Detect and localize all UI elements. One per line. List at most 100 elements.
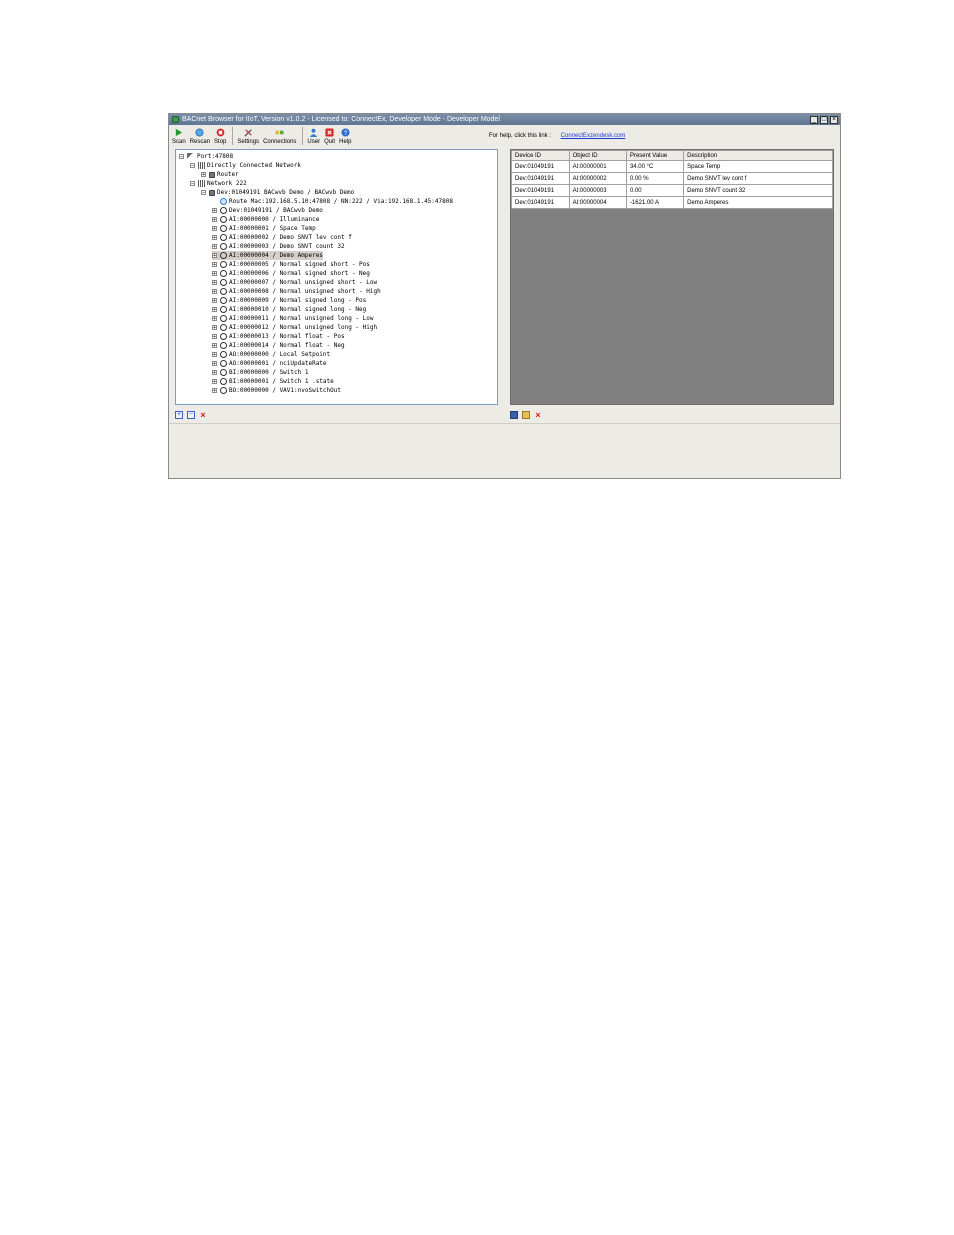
object-icon	[220, 243, 227, 250]
column-header-object-id[interactable]: Object ID	[568, 150, 627, 161]
tree-expander-icon[interactable]: +	[212, 352, 217, 358]
tree-node[interactable]: + AI:00000002 / Demo SNVT lev cont f	[212, 233, 352, 242]
network-icon	[198, 180, 205, 187]
help-button[interactable]: ? Help	[339, 128, 351, 147]
close-icon[interactable]: ×	[830, 115, 838, 124]
port-icon	[187, 153, 195, 160]
tree-node[interactable]: + AI:00000007 / Normal unsigned short - L…	[212, 278, 377, 287]
tree-expander-icon[interactable]: +	[212, 235, 217, 241]
tree-expander-icon[interactable]: +	[212, 280, 217, 286]
object-icon	[220, 252, 227, 259]
column-header-present-value[interactable]: Present Value	[625, 150, 685, 161]
tree-node-label: BI:00000001 / Switch 1 .state	[229, 378, 334, 385]
tree-expander-icon[interactable]: +	[212, 208, 217, 214]
tree-expander-icon[interactable]: +	[212, 226, 217, 232]
tree-expander-icon[interactable]: −	[190, 181, 195, 187]
tree-node[interactable]: − Network 222	[190, 179, 247, 188]
object-icon	[220, 279, 227, 286]
tree-expander-icon[interactable]: +	[212, 334, 217, 340]
column-header-device-id[interactable]: Device ID	[511, 150, 570, 161]
tree-node-label: AI:00000007 / Normal unsigned short - Lo…	[229, 279, 378, 286]
tree-node[interactable]: − Directly Connected Network	[190, 161, 301, 170]
scan-button[interactable]: Scan	[172, 128, 186, 147]
tree-expander-icon[interactable]: +	[212, 370, 217, 376]
object-icon	[220, 261, 227, 268]
user-button[interactable]: User	[307, 128, 320, 147]
status-divider	[169, 423, 840, 424]
stop-label: Stop	[214, 139, 227, 145]
table-row[interactable]: Dev:01049191 AI:00000002 0.00 % Demo SNV…	[511, 172, 833, 185]
column-header-description[interactable]: Description	[683, 150, 833, 161]
user-label: User	[307, 139, 321, 145]
table-row[interactable]: Dev:01049191 AI:00000001 34.00 °C Space …	[511, 160, 833, 173]
open-folder-icon[interactable]	[522, 411, 530, 419]
tree-node[interactable]: − Dev:01049191 BACwvb Demo / BACwvb Demo	[201, 188, 354, 197]
tree-expander-icon[interactable]: −	[179, 154, 184, 160]
tree-node[interactable]: + AI:00000013 / Normal float - Pos	[212, 332, 345, 341]
tree-expander-icon[interactable]: +	[212, 316, 217, 322]
cell-object-id: AI:00000001	[568, 160, 627, 173]
tree-expander-icon[interactable]: +	[201, 172, 206, 178]
tree-expander-icon[interactable]: +	[212, 379, 217, 385]
tree-expander-icon[interactable]: +	[212, 307, 217, 313]
tree-node-label: AI:00000004 / Demo Amperes	[229, 252, 323, 259]
tree-node[interactable]: + AI:00000000 / Illuminance	[212, 215, 319, 224]
tree-expander-icon[interactable]: +	[212, 388, 217, 394]
device-icon	[209, 189, 215, 196]
tree-expander-icon[interactable]: +	[212, 271, 217, 277]
tree-expander-icon[interactable]: +	[212, 298, 217, 304]
help-link[interactable]: ConnectExzendesk.com	[561, 133, 626, 139]
tree-node[interactable]: + BI:00000001 / Switch 1 .state	[212, 377, 334, 386]
collapse-all-icon[interactable]: −	[187, 411, 195, 419]
tree-expander-icon[interactable]: +	[212, 325, 217, 331]
clear-icon[interactable]: ×	[534, 411, 542, 420]
tree-node[interactable]: + AI:00000003 / Demo SNVT count 32	[212, 242, 345, 251]
device-tree[interactable]: − Port:47808− Directly Connected Network + R…	[175, 149, 498, 405]
tree-expander-icon[interactable]: +	[212, 244, 217, 250]
tree-node[interactable]: + AI:00000005 / Normal signed short - Pos	[212, 260, 370, 269]
save-icon[interactable]	[510, 411, 518, 419]
tree-expander-icon[interactable]: +	[212, 253, 217, 259]
tree-node[interactable]: + AI:00000009 / Normal signed long - Pos	[212, 296, 366, 305]
object-icon	[220, 216, 227, 223]
tree-expander-icon[interactable]: +	[212, 262, 217, 268]
tree-node[interactable]: + AI:00000006 / Normal signed short - Neg	[212, 269, 370, 278]
quit-button[interactable]: Quit	[324, 128, 335, 147]
tree-expander-icon[interactable]: +	[212, 343, 217, 349]
tree-node[interactable]: + AO:00000000 / Local Setpoint	[212, 350, 330, 359]
tree-node[interactable]: − Port:47808	[179, 152, 233, 161]
tree-expander-icon[interactable]: −	[201, 190, 206, 196]
tree-node[interactable]: + Router	[201, 170, 239, 179]
settings-button[interactable]: Settings	[237, 128, 259, 147]
tree-expander-icon[interactable]: +	[212, 361, 217, 367]
delete-icon[interactable]: ×	[199, 411, 207, 420]
tree-node[interactable]: + AI:00000010 / Normal signed long - Neg	[212, 305, 366, 314]
stop-button[interactable]: Stop	[214, 128, 226, 147]
object-icon	[220, 306, 227, 313]
tree-expander-icon[interactable]: −	[190, 163, 195, 169]
connections-button[interactable]: Connections	[263, 128, 296, 147]
tree-node[interactable]: + AI:00000008 / Normal unsigned short - H…	[212, 287, 381, 296]
table-row[interactable]: Dev:01049191 AI:00000004 -1621.00 A Demo…	[511, 196, 833, 209]
expand-all-icon[interactable]: +	[175, 411, 183, 419]
tree-expander-icon[interactable]: +	[212, 217, 217, 223]
tree-node[interactable]: + BI:00000000 / Switch 1	[212, 368, 308, 377]
tree-node[interactable]: + AI:00000001 / Space Temp	[212, 224, 316, 233]
tree-node[interactable]: + BO:00000000 / VAV1:nvoSwitchOut	[212, 386, 341, 395]
tree-node[interactable]: Route Mac:192.168.5.10:47808 / NN:222 / …	[212, 197, 453, 206]
tree-node[interactable]: + Dev:01049191 / BACwvb Demo	[212, 206, 323, 215]
connections-icon	[275, 130, 284, 135]
tree-node[interactable]: + AI:00000004 / Demo Amperes	[212, 251, 323, 260]
tree-node-label: AI:00000005 / Normal signed short - Pos	[229, 261, 370, 268]
maximize-icon[interactable]: □	[820, 115, 828, 124]
tree-node[interactable]: + AI:00000011 / Normal unsigned long - Lo…	[212, 314, 374, 323]
rescan-label: Rescan	[189, 139, 211, 145]
tree-node[interactable]: + AO:00000001 / nciUpdateRate	[212, 359, 327, 368]
tree-node[interactable]: + AI:00000012 / Normal unsigned long - Hi…	[212, 323, 377, 332]
table-row[interactable]: Dev:01049191 AI:00000003 0.00 Demo SNVT …	[511, 184, 833, 197]
minimize-icon[interactable]: _	[810, 115, 818, 124]
rescan-button[interactable]: Rescan	[190, 128, 210, 147]
tree-expander-icon[interactable]: +	[212, 289, 217, 295]
cell-description: Space Temp	[683, 160, 833, 173]
tree-node[interactable]: + AI:00000014 / Normal float - Neg	[212, 341, 345, 350]
